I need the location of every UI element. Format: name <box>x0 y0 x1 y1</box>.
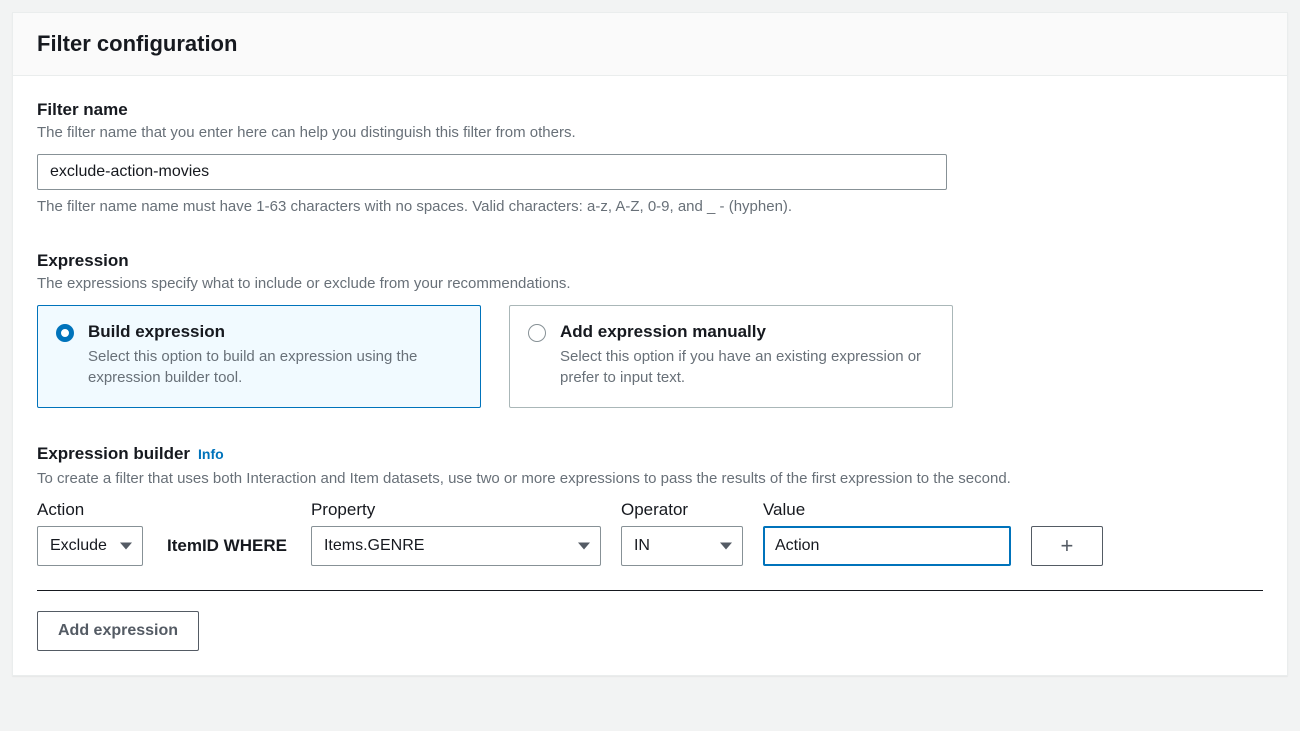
action-column: Action Exclude <box>37 500 143 566</box>
panel-body: Filter name The filter name that you ent… <box>13 76 1287 675</box>
filter-name-hint: The filter name that you enter here can … <box>37 122 1263 144</box>
plus-icon: + <box>1061 533 1074 559</box>
filter-name-group: Filter name The filter name that you ent… <box>37 100 1263 215</box>
filter-name-label: Filter name <box>37 100 1263 120</box>
tile-manual-desc: Select this option if you have an existi… <box>560 346 934 390</box>
property-column: Property Items.GENRE <box>311 500 601 566</box>
builder-title: Expression builder <box>37 444 190 464</box>
filter-name-constraint: The filter name name must have 1-63 char… <box>37 198 1263 215</box>
filter-name-input[interactable] <box>37 154 947 190</box>
property-col-label: Property <box>311 500 601 520</box>
value-column: Value <box>763 500 1011 566</box>
expression-hint: The expressions specify what to include … <box>37 273 1263 295</box>
panel-title: Filter configuration <box>37 31 1263 57</box>
tile-build-desc: Select this option to build an expressio… <box>88 346 462 390</box>
radio-unselected-icon <box>528 324 546 342</box>
expression-group: Expression The expressions specify what … <box>37 251 1263 408</box>
chevron-down-icon <box>578 542 590 549</box>
expression-tiles: Build expression Select this option to b… <box>37 305 1263 409</box>
property-select[interactable]: Items.GENRE <box>311 526 601 566</box>
operator-col-label: Operator <box>621 500 743 520</box>
action-col-label: Action <box>37 500 143 520</box>
divider <box>37 590 1263 591</box>
action-select[interactable]: Exclude <box>37 526 143 566</box>
chevron-down-icon <box>120 542 132 549</box>
operator-select-value: IN <box>634 537 650 555</box>
expression-label: Expression <box>37 251 1263 271</box>
operator-column: Operator IN <box>621 500 743 566</box>
info-link[interactable]: Info <box>198 446 224 462</box>
operator-select[interactable]: IN <box>621 526 743 566</box>
builder-hint: To create a filter that uses both Intera… <box>37 468 1263 490</box>
radio-selected-icon <box>56 324 74 342</box>
panel-header: Filter configuration <box>13 13 1287 76</box>
value-input[interactable] <box>763 526 1011 566</box>
add-condition-button[interactable]: + <box>1031 526 1103 566</box>
action-select-value: Exclude <box>50 537 107 555</box>
builder-row: Action Exclude ItemID WHERE Property Ite… <box>37 500 1263 566</box>
add-expression-button[interactable]: Add expression <box>37 611 199 651</box>
builder-title-row: Expression builder Info <box>37 444 1263 466</box>
property-select-value: Items.GENRE <box>324 537 424 555</box>
tile-build-title: Build expression <box>88 322 462 342</box>
where-clause-text: ItemID WHERE <box>167 536 287 566</box>
expression-builder-section: Expression builder Info To create a filt… <box>37 444 1263 651</box>
value-col-label: Value <box>763 500 1011 520</box>
filter-config-panel: Filter configuration Filter name The fil… <box>12 12 1288 676</box>
tile-build-expression[interactable]: Build expression Select this option to b… <box>37 305 481 409</box>
chevron-down-icon <box>720 542 732 549</box>
tile-manual-title: Add expression manually <box>560 322 934 342</box>
tile-manual-expression[interactable]: Add expression manually Select this opti… <box>509 305 953 409</box>
